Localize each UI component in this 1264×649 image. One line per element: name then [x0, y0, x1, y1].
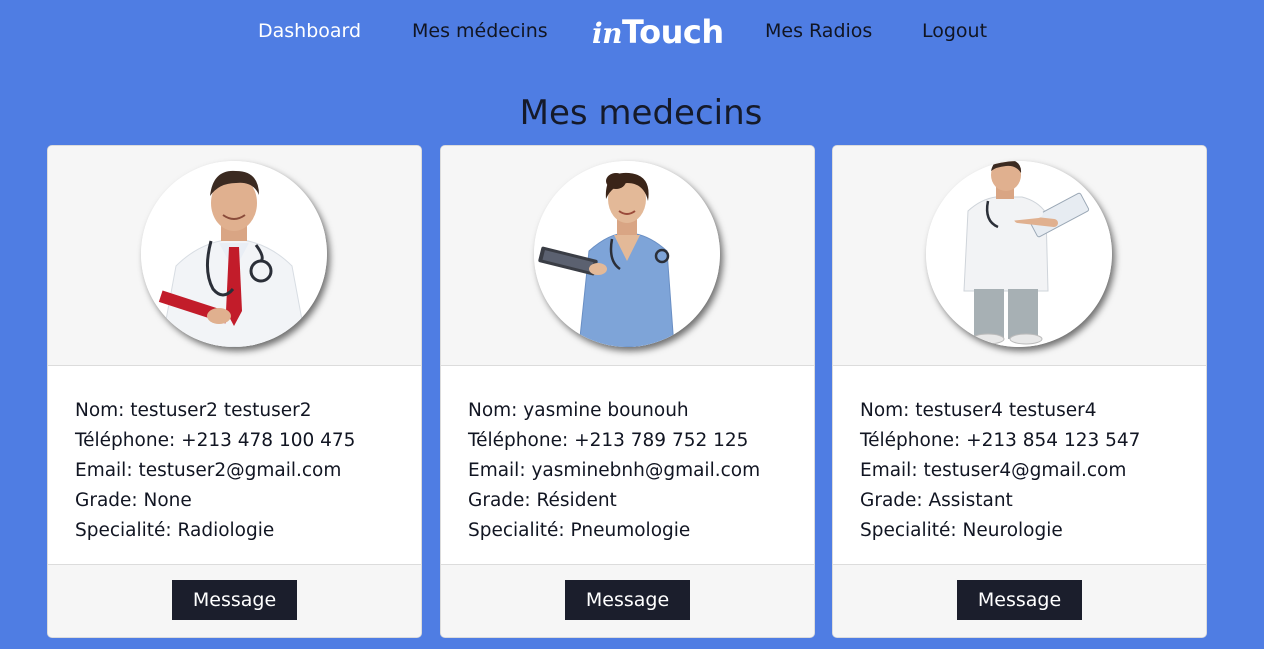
card-header — [441, 146, 814, 366]
message-button[interactable]: Message — [172, 580, 297, 620]
message-button[interactable]: Message — [565, 580, 690, 620]
card-footer: Message — [833, 564, 1206, 637]
doctor-phone: Téléphone: +213 854 123 547 — [860, 430, 1141, 451]
card-header — [48, 146, 421, 366]
doctor-email: Email: yasminebnh@gmail.com — [468, 460, 761, 481]
card-body: Nom: yasmine bounouh Téléphone: +213 789… — [441, 366, 814, 541]
doctor-card: Nom: testuser4 testuser4 Téléphone: +213… — [832, 145, 1207, 638]
doctor-specialty: Specialité: Neurologie — [860, 520, 1063, 541]
doctor-name: Nom: testuser4 testuser4 — [860, 400, 1097, 421]
male-doctor-clipboard-photo — [926, 161, 1112, 347]
doctor-grade: Grade: Assistant — [860, 490, 1013, 511]
card-footer: Message — [48, 564, 421, 637]
card-footer: Message — [441, 564, 814, 637]
doctor-name: Nom: testuser2 testuser2 — [75, 400, 312, 421]
doctor-phone: Téléphone: +213 789 752 125 — [468, 430, 749, 451]
card-body: Nom: testuser4 testuser4 Téléphone: +213… — [833, 366, 1206, 541]
card-body: Nom: testuser2 testuser2 Téléphone: +213… — [48, 366, 421, 541]
doctor-clipboard-illustration — [926, 161, 1112, 347]
doctor-name: Nom: yasmine bounouh — [468, 400, 689, 421]
doctor-card: Nom: yasmine bounouh Téléphone: +213 789… — [440, 145, 815, 638]
card-header — [833, 146, 1206, 366]
nav-logout-link[interactable]: Logout — [922, 20, 987, 42]
brand-logo[interactable]: inTouch — [592, 13, 724, 51]
doctor-specialty: Specialité: Radiologie — [75, 520, 275, 541]
doctor-photo-illustration — [141, 161, 327, 347]
male-doctor-red-tie-photo — [141, 161, 327, 347]
doctor-email: Email: testuser4@gmail.com — [860, 460, 1127, 481]
brand-prefix: in — [592, 17, 623, 50]
nav-radios-link[interactable]: Mes Radios — [765, 20, 872, 42]
nurse-photo-illustration — [534, 161, 720, 347]
doctor-grade: Grade: Résident — [468, 490, 617, 511]
page-title: Mes medecins — [519, 93, 763, 133]
nav-dashboard-link[interactable]: Dashboard — [258, 20, 361, 42]
doctor-phone: Téléphone: +213 478 100 475 — [75, 430, 356, 451]
female-nurse-scrubs-photo — [534, 161, 720, 347]
top-navbar: Dashboard Mes médecins inTouch Mes Radio… — [0, 0, 1264, 70]
doctor-grade: Grade: None — [75, 490, 192, 511]
brand-suffix: Touch — [622, 13, 724, 51]
nav-medecins-link[interactable]: Mes médecins — [412, 20, 548, 42]
doctor-card: Nom: testuser2 testuser2 Téléphone: +213… — [47, 145, 422, 638]
doctor-email: Email: testuser2@gmail.com — [75, 460, 342, 481]
message-button[interactable]: Message — [957, 580, 1082, 620]
doctor-specialty: Specialité: Pneumologie — [468, 520, 691, 541]
